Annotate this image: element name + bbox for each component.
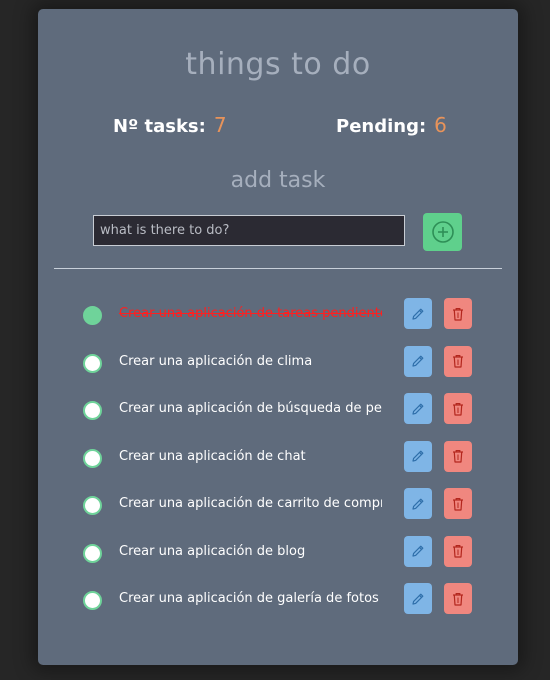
task-text: Crear una aplicación de clima [119, 353, 313, 369]
new-task-input[interactable] [93, 215, 405, 246]
task-checkbox[interactable] [83, 496, 102, 515]
delete-task-button[interactable] [444, 345, 472, 377]
pending-tasks-count: 6 [434, 113, 447, 137]
add-task-heading: add task [230, 168, 326, 193]
delete-task-button[interactable] [444, 583, 472, 614]
task-checkbox[interactable] [83, 306, 102, 325]
task-item: Crear una aplicación de carrito de compr… [38, 482, 518, 530]
edit-task-button[interactable] [404, 345, 432, 377]
total-tasks-stat: Nº tasks: 7 [113, 113, 227, 137]
pencil-icon [412, 403, 424, 415]
task-checkbox[interactable] [83, 401, 102, 420]
add-task-button[interactable] [423, 213, 462, 251]
edit-task-button[interactable] [404, 298, 432, 329]
edit-task-button[interactable] [404, 583, 432, 614]
page-title: things to do [185, 47, 371, 82]
trash-icon [453, 355, 463, 368]
divider [54, 268, 502, 269]
edit-task-button[interactable] [404, 535, 432, 567]
task-text: Crear una aplicación de tareas pendiente… [119, 306, 382, 321]
task-checkbox[interactable] [83, 543, 102, 563]
task-item: Crear una aplicación de galería de fotos [38, 577, 518, 625]
delete-task-button[interactable] [444, 393, 472, 424]
task-text: Crear una aplicación de blog [119, 543, 306, 559]
trash-icon [453, 545, 463, 558]
task-text: Crear una aplicación de chat [119, 448, 306, 464]
pencil-icon [412, 355, 424, 367]
pencil-icon [412, 450, 424, 462]
trash-icon [453, 402, 463, 416]
task-checkbox[interactable] [83, 591, 102, 610]
pencil-icon [412, 545, 424, 557]
total-tasks-count: 7 [213, 113, 227, 137]
trash-icon [453, 450, 463, 463]
delete-task-button[interactable] [444, 535, 472, 567]
task-text: Crear una aplicación de búsqueda de pelí… [119, 401, 382, 416]
pending-tasks-stat: Pending: 6 [336, 113, 447, 137]
task-list: Crear una aplicación de tareas pendiente… [38, 292, 518, 625]
edit-task-button[interactable] [404, 440, 432, 472]
task-checkbox[interactable] [83, 353, 102, 373]
edit-task-button[interactable] [404, 393, 432, 424]
pencil-icon [412, 308, 424, 320]
plus-circle-icon [431, 221, 454, 243]
pencil-icon [412, 498, 424, 510]
task-text: Crear una aplicación de galería de fotos [119, 591, 379, 606]
task-item: Crear una aplicación de blog [38, 530, 518, 578]
trash-icon [453, 497, 463, 511]
delete-task-button[interactable] [444, 298, 472, 329]
task-item: Crear una aplicación de tareas pendiente… [38, 292, 518, 340]
trash-icon [453, 307, 463, 321]
delete-task-button[interactable] [444, 488, 472, 519]
task-text: Crear una aplicación de carrito de compr… [119, 496, 382, 511]
edit-task-button[interactable] [404, 488, 432, 519]
todo-card: things to do Nº tasks: 7 Pending: 6 add ta… [38, 9, 518, 665]
task-checkbox[interactable] [83, 448, 102, 468]
task-item: Crear una aplicación de búsqueda de pelí… [38, 387, 518, 435]
trash-icon [453, 592, 463, 606]
pencil-icon [412, 593, 424, 605]
total-tasks-label: Nº tasks: [113, 116, 206, 137]
task-item: Crear una aplicación de clima [38, 340, 518, 388]
delete-task-button[interactable] [444, 440, 472, 472]
pending-tasks-label: Pending: [336, 116, 427, 137]
task-item: Crear una aplicación de chat [38, 435, 518, 483]
